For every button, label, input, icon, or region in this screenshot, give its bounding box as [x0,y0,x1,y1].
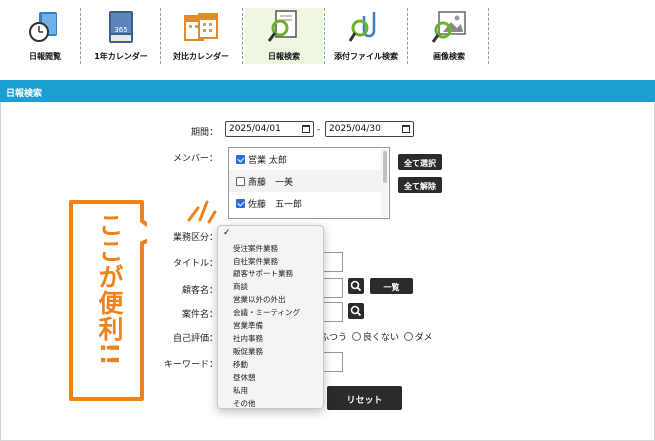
title-label: タイトル： [172,259,218,269]
toolbar-image-search[interactable]: 画像検索 [410,8,488,64]
date-separator: - [317,125,321,135]
image-search-icon [431,11,466,43]
emphasis-spark-icon [187,200,217,224]
date-from-value: 2025/04/01 [229,124,281,134]
dropdown-option[interactable]: 移動 [233,359,248,370]
date-to-value: 2025/04/30 [329,124,381,134]
member-label: メンバー： [172,154,218,164]
section-title: 日報検索 [0,80,655,102]
case-label: 案件名： [181,310,218,320]
book-calendar-icon: 365 [109,11,133,43]
customer-label: 顧客名： [181,286,218,296]
double-calendar-icon [184,13,218,41]
date-to-input[interactable]: 2025/04/30 [325,121,414,137]
dropdown-option[interactable]: 販促業務 [233,346,263,357]
selected-check-icon: ✓ [223,228,231,238]
select-all-button[interactable]: 全て選択 [398,154,442,170]
toolbar-label: 1年カレンダー [94,52,148,61]
member-list[interactable]: 営業 太郎 斎藤 一美 佐藤 五一郎 [228,147,390,219]
clock-folder-icon [29,12,57,42]
toolbar-label: 対比カレンダー [173,52,229,61]
list-button[interactable]: 一覧 [370,278,413,294]
dropdown-option[interactable]: 会議・ミーティング [233,307,300,318]
toolbar-separator [160,8,161,64]
evaluation-option-label[interactable]: ダメ [415,333,433,343]
keyword-label: キーワード： [163,360,218,370]
calendar-icon[interactable] [402,125,410,133]
magnifier-icon [350,305,362,317]
dropdown-option[interactable]: 昼休憩 [233,372,256,383]
date-from-input[interactable]: 2025/04/01 [225,121,314,137]
dropdown-option[interactable]: 社内事務 [233,333,263,344]
member-name: 斎藤 一美 [248,178,294,188]
toolbar-label: 日報検索 [268,52,300,61]
dropdown-option[interactable]: 商談 [233,281,248,292]
dropdown-option[interactable]: 自社案件業務 [233,256,278,267]
toolbar-daily-report-search[interactable]: 日報検索 [245,8,323,64]
toolbar-separator [242,8,243,64]
document-search-icon [267,10,297,42]
dropdown-option[interactable]: 営業準備 [233,320,263,331]
dropdown-option[interactable]: 顧客サポート業務 [233,268,293,279]
magnifier-icon [350,280,362,292]
callout-text: ここが便利!! [95,212,124,367]
member-checkbox[interactable] [236,199,245,208]
toolbar-label: 添付ファイル検索 [334,52,398,61]
evaluation-radio[interactable] [351,332,361,341]
member-checkbox[interactable] [236,155,245,164]
evaluation-label: 自己評価： [172,334,218,344]
member-row[interactable]: 佐藤 五一郎 [229,192,381,214]
toolbar-attachment-search[interactable]: 添付ファイル検索 [327,8,405,64]
toolbar-separator [488,8,489,64]
evaluation-options: ふつう 良くない ダメ [320,330,433,343]
evaluation-option-label[interactable]: ふつう [320,333,347,343]
member-row[interactable]: 斎藤 一美 [229,170,381,192]
deselect-all-button[interactable]: 全て解除 [398,177,442,193]
dropdown-option[interactable]: 私用 [233,385,248,396]
dropdown-option[interactable]: 受注案件業務 [233,243,278,254]
member-checkbox[interactable] [236,177,245,186]
attachment-search-icon [348,12,376,42]
evaluation-option-label[interactable]: 良くない [363,333,399,343]
evaluation-radio[interactable] [403,332,413,341]
toolbar-label: 画像検索 [433,52,465,61]
toolbar: 日報閲覧 365 1年カレンダー 対比カレンダー 日報検索 添付ファイル検索 画… [0,0,655,72]
toolbar-separator [324,8,325,64]
calendar-badge: 365 [114,26,127,34]
business-category-label: 業務区分： [172,233,218,243]
toolbar-daily-report-view[interactable]: 日報閲覧 [6,8,84,64]
customer-search-button[interactable] [348,278,364,294]
reset-button[interactable]: リセット [327,386,402,410]
period-label: 期間： [190,128,218,138]
toolbar-label: 日報閲覧 [29,52,61,61]
case-search-button[interactable] [348,303,364,319]
dropdown-option[interactable]: 営業以外の外出 [233,294,286,305]
toolbar-comparison-calendar[interactable]: 対比カレンダー [162,8,240,64]
calendar-icon[interactable] [302,125,310,133]
member-scroll-thumb[interactable] [383,151,387,183]
toolbar-separator [407,8,408,64]
business-category-dropdown[interactable]: ✓ 受注案件業務 自社案件業務 顧客サポート業務 商談 営業以外の外出 会議・ミ… [217,225,324,409]
member-name: 営業 太郎 [248,156,287,166]
toolbar-separator [80,8,81,64]
toolbar-annual-calendar[interactable]: 365 1年カレンダー [82,8,160,64]
member-row[interactable]: 営業 太郎 [229,148,381,170]
member-name: 佐藤 五一郎 [248,200,303,210]
dropdown-option[interactable]: その他 [233,398,256,409]
